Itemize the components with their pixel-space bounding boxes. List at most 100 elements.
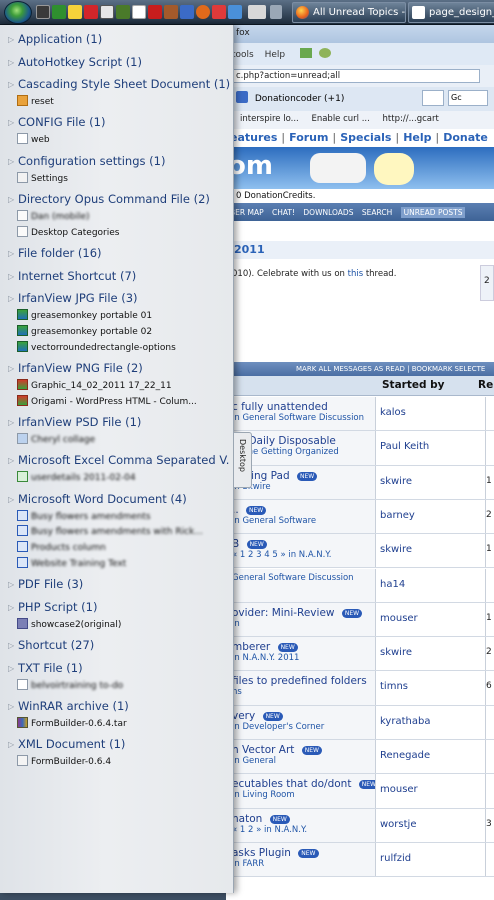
- group-header[interactable]: ▷ PDF File (3): [8, 577, 230, 591]
- column-replies[interactable]: Rep: [478, 379, 494, 391]
- console-icon[interactable]: [36, 5, 50, 19]
- jumplist-item[interactable]: Products column: [17, 541, 232, 555]
- topic-title[interactable]: files to predefined folders: [226, 671, 375, 687]
- table-row[interactable]: n Vector Art NEW in General Renegade: [226, 740, 494, 775]
- gear-icon[interactable]: [318, 48, 331, 58]
- group-header[interactable]: ▷ PHP Script (1): [8, 600, 230, 614]
- notepad-icon[interactable]: [68, 5, 82, 19]
- ie-icon[interactable]: [228, 5, 242, 19]
- group-header[interactable]: ▷ File folder (16): [8, 246, 230, 260]
- group-header[interactable]: ▷ Directory Opus Command File (2): [8, 192, 230, 206]
- group-header[interactable]: ▷ Internet Shortcut (7): [8, 269, 230, 283]
- table-row[interactable]: B NEW « 1 2 3 4 5 » in N.A.N.Y. skwire 1: [226, 534, 494, 569]
- nav-chat[interactable]: CHAT!: [272, 208, 295, 217]
- jumplist-item[interactable]: Dan (mobile): [17, 209, 232, 224]
- topic-board[interactable]: in FARR: [226, 859, 375, 869]
- jumplist-item[interactable]: greasemonkey portable 02: [17, 324, 232, 339]
- jumplist-item[interactable]: Website Training Text: [17, 557, 232, 571]
- column-started-by[interactable]: Started by: [382, 379, 445, 391]
- topic-board[interactable]: General Software Discussion: [226, 573, 375, 583]
- table-row[interactable]: mberer NEW in N.A.N.Y. 2011 skwire 2: [226, 637, 494, 672]
- started-by[interactable]: worstje: [376, 808, 486, 842]
- folder-icon[interactable]: [180, 5, 194, 19]
- topic-title[interactable]: naton NEW: [226, 809, 375, 825]
- url-input[interactable]: c.php?action=unread;all: [232, 69, 480, 83]
- topic-board[interactable]: « 1 2 3 4 5 » in N.A.N.Y.: [226, 550, 375, 560]
- topic-title[interactable]: B NEW: [226, 534, 375, 550]
- started-by[interactable]: kalos: [376, 397, 486, 431]
- nav-sitemap[interactable]: BER MAP: [230, 208, 264, 217]
- archive-icon[interactable]: [164, 5, 178, 19]
- started-by[interactable]: kyrathaba: [376, 705, 486, 739]
- menu-tools[interactable]: tools: [232, 50, 254, 60]
- grid-icon[interactable]: [132, 5, 146, 19]
- bookmark-curl[interactable]: Enable curl ...: [311, 114, 369, 124]
- topic-title[interactable]: ecutables that do/dont NEW: [226, 774, 375, 790]
- task-page-design[interactable]: page_design_w: [408, 2, 494, 23]
- group-header[interactable]: ▷ Shortcut (27): [8, 638, 230, 652]
- calculator-icon[interactable]: [52, 5, 66, 19]
- bookmark-interspire[interactable]: interspire lo...: [240, 114, 299, 124]
- started-by[interactable]: timns: [376, 671, 486, 705]
- table-row[interactable]: ovider: Mini-Review NEW in mouser 1: [226, 602, 494, 638]
- group-header[interactable]: ▷ IrfanView PNG File (2): [8, 361, 230, 375]
- nav-search[interactable]: SEARCH: [362, 208, 392, 217]
- jumplist-item[interactable]: userdetails 2011-02-04: [17, 471, 232, 485]
- topic-title[interactable]: ovider: Mini-Review NEW: [226, 603, 375, 619]
- group-header[interactable]: ▷ XML Document (1): [8, 737, 230, 751]
- jumplist-item[interactable]: reset: [17, 95, 232, 109]
- task-firefox[interactable]: All Unread Topics - ...: [292, 2, 406, 23]
- group-header[interactable]: ▷ IrfanView PSD File (1): [8, 415, 230, 429]
- firefox-icon[interactable]: [196, 5, 210, 19]
- topic-title[interactable]: very NEW: [226, 706, 375, 722]
- jumplist-item[interactable]: Busy flowers amendments with Rick...: [17, 525, 232, 539]
- group-header[interactable]: ▷ IrfanView JPG File (3): [8, 291, 230, 305]
- gimp-icon[interactable]: [100, 5, 114, 19]
- topic-board[interactable]: « 1 2 » in N.A.N.Y.: [226, 825, 375, 835]
- nav-forum[interactable]: Forum: [289, 131, 328, 144]
- table-row[interactable]: very NEW in Developer's Corner kyrathaba: [226, 705, 494, 740]
- started-by[interactable]: skwire: [376, 465, 486, 499]
- mark-read-bar[interactable]: MARK ALL MESSAGES AS READ | BOOKMARK SEL…: [226, 362, 494, 376]
- group-header[interactable]: ▷ CONFIG File (1): [8, 115, 230, 129]
- started-by[interactable]: Renegade: [376, 740, 486, 774]
- menu-help[interactable]: Help: [265, 50, 286, 60]
- started-by[interactable]: mouser: [376, 602, 486, 637]
- tool-icon[interactable]: [116, 5, 130, 19]
- started-by[interactable]: ha14: [376, 568, 486, 602]
- topic-title[interactable]: .. NEW: [226, 500, 375, 516]
- group-header[interactable]: ▷ Cascading Style Sheet Document (1): [8, 77, 230, 91]
- table-row[interactable]: files to predefined folders ns timns 6: [226, 671, 494, 706]
- table-row[interactable]: asks Plugin NEW in FARR rulfzid: [226, 842, 494, 878]
- topic-title[interactable]: n Vector Art NEW: [226, 740, 375, 756]
- started-by[interactable]: barney: [376, 499, 486, 534]
- started-by[interactable]: rulfzid: [376, 842, 486, 877]
- topic-board[interactable]: in General: [226, 756, 375, 766]
- topic-title[interactable]: mberer NEW: [226, 637, 375, 653]
- table-row[interactable]: ecutables that do/dont NEW in Living Room…: [226, 774, 494, 809]
- started-by[interactable]: Paul Keith: [376, 431, 486, 465]
- group-header[interactable]: ▷Microsoft Excel Comma Separated V... (1…: [8, 453, 230, 467]
- topic-board[interactable]: in General Software: [226, 516, 375, 526]
- media-icon[interactable]: [148, 5, 162, 19]
- jumplist-item[interactable]: belvoirtraining to-do: [17, 678, 232, 693]
- topic-title[interactable]: asks Plugin NEW: [226, 843, 375, 859]
- desktop-icon[interactable]: [248, 5, 266, 19]
- jumplist-item[interactable]: Origami - WordPress HTML - Colum...: [17, 394, 232, 409]
- table-row[interactable]: c fully unattended in General Software Di…: [226, 397, 494, 432]
- jumplist-item[interactable]: Graphic_14_02_2011 17_22_11: [17, 378, 232, 393]
- search-input[interactable]: Gc: [448, 90, 488, 106]
- filezilla-icon[interactable]: [84, 5, 98, 19]
- jumplist-item[interactable]: Busy flowers amendments: [17, 509, 232, 524]
- topic-board[interactable]: in Developer's Corner: [226, 722, 375, 732]
- started-by[interactable]: skwire: [376, 637, 486, 671]
- jumplist-item[interactable]: Cheryl collage: [17, 433, 232, 447]
- tab-donationcoder[interactable]: Donationcoder (+1): [255, 94, 344, 104]
- google-search-icon[interactable]: [422, 90, 444, 106]
- started-by[interactable]: mouser: [376, 774, 486, 808]
- group-header[interactable]: ▷ AutoHotkey Script (1): [8, 55, 230, 69]
- table-row[interactable]: naton NEW « 1 2 » in N.A.N.Y. worstje 3: [226, 808, 494, 843]
- group-header[interactable]: ▷ Configuration settings (1): [8, 154, 230, 168]
- group-header[interactable]: ▷ Microsoft Word Document (4): [8, 492, 230, 506]
- group-header[interactable]: ▷ TXT File (1): [8, 661, 230, 675]
